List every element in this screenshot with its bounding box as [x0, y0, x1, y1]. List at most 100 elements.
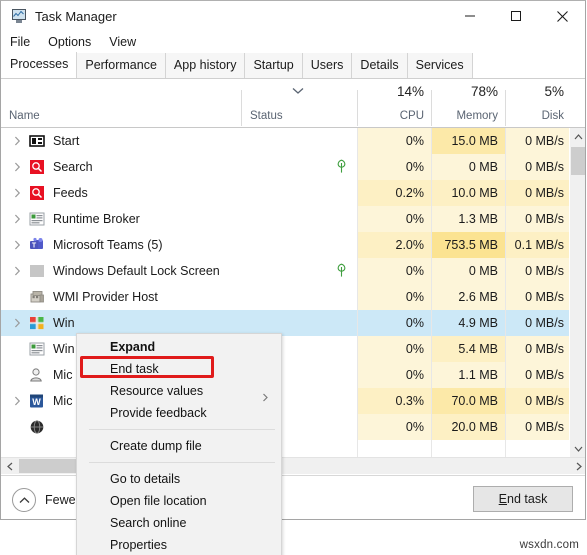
context-menu-item[interactable]: Resource values: [77, 380, 281, 402]
process-cpu-cell: 0%: [357, 128, 431, 154]
process-disk-cell: 0 MB/s: [505, 336, 571, 362]
tab-app-history[interactable]: App history: [164, 53, 246, 78]
column-header-disk[interactable]: 5% Disk: [506, 80, 571, 127]
menu-item-view[interactable]: View: [100, 33, 145, 51]
tab-performance[interactable]: Performance: [76, 53, 166, 78]
context-menu-item[interactable]: Expand: [77, 336, 281, 358]
table-row[interactable]: T Microsoft Teams (5) 2.0% 753.5 MB 0.1 MB/s: [1, 232, 571, 258]
process-cpu-cell: 0%: [357, 206, 431, 232]
end-task-button[interactable]: End task: [473, 486, 573, 512]
tab-processes[interactable]: Processes: [1, 52, 78, 78]
menu-item-options[interactable]: Options: [39, 33, 100, 51]
process-name-cell: Feeds: [1, 180, 241, 206]
table-row[interactable]: Windows Default Lock Screen 0% 0 MB 0 MB/s: [1, 258, 571, 284]
chevron-right-icon[interactable]: [9, 266, 25, 276]
process-cpu-cell: 0%: [357, 284, 431, 310]
process-cpu-cell: 2.0%: [357, 232, 431, 258]
scroll-right-button[interactable]: [570, 458, 585, 474]
wmi-host-icon: [29, 289, 45, 305]
chevron-down-icon: [292, 88, 304, 94]
process-memory-cell: 20.0 MB: [431, 414, 505, 440]
menu-bar: File Options View: [1, 31, 585, 53]
context-menu-item[interactable]: Create dump file: [77, 435, 281, 457]
word-icon: W: [29, 393, 45, 409]
chevron-right-icon[interactable]: [9, 136, 25, 146]
process-memory-cell: 1.3 MB: [431, 206, 505, 232]
table-row[interactable]: Runtime Broker 0% 1.3 MB 0 MB/s: [1, 206, 571, 232]
table-row[interactable]: Search 0% 0 MB 0 MB/s: [1, 154, 571, 180]
process-memory-cell: 5.4 MB: [431, 336, 505, 362]
process-disk-cell: 0 MB/s: [505, 180, 571, 206]
process-status-cell: [241, 180, 357, 206]
process-status-cell: [241, 206, 357, 232]
chevron-right-icon[interactable]: [9, 240, 25, 250]
chevron-right-icon[interactable]: [9, 318, 25, 328]
process-disk-cell: 0 MB/s: [505, 154, 571, 180]
tab-startup[interactable]: Startup: [244, 53, 303, 78]
chevron-right-icon[interactable]: [9, 396, 25, 406]
context-menu-item[interactable]: Provide feedback: [77, 402, 281, 424]
process-status-cell: [241, 232, 357, 258]
column-header-memory[interactable]: 78% Memory: [432, 80, 505, 127]
chevron-right-icon[interactable]: [9, 214, 25, 224]
process-memory-cell: 15.0 MB: [431, 128, 505, 154]
tab-services[interactable]: Services: [406, 53, 473, 78]
context-menu-separator: [89, 462, 275, 463]
process-name-cell: T Microsoft Teams (5): [1, 232, 241, 258]
runtime-broker-icon: [29, 341, 45, 357]
leaf-icon: [336, 263, 347, 278]
search-magnifier-icon: [29, 159, 45, 175]
process-name-label: Windows Default Lock Screen: [53, 264, 220, 278]
process-memory-cell: 1.1 MB: [431, 362, 505, 388]
table-row[interactable]: Start 0% 15.0 MB 0 MB/s: [1, 128, 571, 154]
process-status-cell: [241, 284, 357, 310]
tab-users[interactable]: Users: [301, 53, 353, 78]
column-header-status[interactable]: Status: [242, 80, 357, 127]
scroll-up-button[interactable]: [570, 128, 585, 145]
search-magnifier-icon: [29, 185, 45, 201]
context-menu-separator: [89, 429, 275, 430]
scroll-down-button[interactable]: [570, 440, 585, 457]
minimize-button[interactable]: [447, 1, 493, 31]
maximize-button[interactable]: [493, 1, 539, 31]
process-cpu-cell: 0%: [357, 154, 431, 180]
title-bar: Task Manager: [1, 1, 585, 31]
close-button[interactable]: [539, 1, 585, 31]
column-header-cpu[interactable]: 14% CPU: [358, 80, 431, 127]
process-memory-cell: 4.9 MB: [458, 316, 498, 330]
process-disk-cell: 0 MB/s: [525, 316, 564, 330]
context-menu-item[interactable]: End task: [77, 358, 281, 380]
end-task-label-rest: nd task: [507, 492, 548, 506]
process-disk-cell: 0 MB/s: [505, 414, 571, 440]
svg-text:W: W: [32, 397, 41, 407]
user-account-icon: [29, 367, 45, 383]
context-menu-item[interactable]: Properties: [77, 534, 281, 555]
tab-details[interactable]: Details: [351, 53, 408, 78]
process-name-label: Feeds: [53, 186, 88, 200]
process-name-label: Start: [53, 134, 80, 148]
context-menu-item[interactable]: Search online: [77, 512, 281, 534]
chevron-right-icon[interactable]: [9, 188, 25, 198]
process-memory-cell: 10.0 MB: [431, 180, 505, 206]
process-context-menu[interactable]: Expand End task Resource values Provide fee…: [76, 333, 282, 555]
memory-usage-total: 78%: [470, 84, 498, 99]
process-cpu-cell: 0.2%: [357, 180, 431, 206]
process-name-cell: Search: [1, 154, 241, 180]
chevron-right-icon[interactable]: [9, 162, 25, 172]
table-row[interactable]: WMI Provider Host 0% 2.6 MB 0 MB/s: [1, 284, 571, 310]
scroll-left-button[interactable]: [1, 458, 18, 474]
runtime-broker-icon: [29, 211, 45, 227]
table-row[interactable]: Feeds 0.2% 10.0 MB 0 MB/s: [1, 180, 571, 206]
context-menu-item[interactable]: Go to details: [77, 468, 281, 490]
vertical-scroll-thumb[interactable]: [571, 147, 585, 175]
context-menu-item[interactable]: Open file location: [77, 490, 281, 512]
process-cpu-cell: 0%: [357, 362, 431, 388]
process-disk-cell: 0 MB/s: [505, 128, 571, 154]
process-disk-cell: 0 MB/s: [505, 284, 571, 310]
menu-item-file[interactable]: File: [1, 33, 39, 51]
column-header-name[interactable]: Name: [1, 80, 241, 127]
process-cpu-cell: 0%: [357, 336, 431, 362]
vertical-scrollbar[interactable]: [569, 128, 585, 457]
task-manager-screenshot: Task Manager File Options View Processes: [0, 0, 587, 555]
process-name-label: Microsoft Teams (5): [53, 238, 163, 252]
